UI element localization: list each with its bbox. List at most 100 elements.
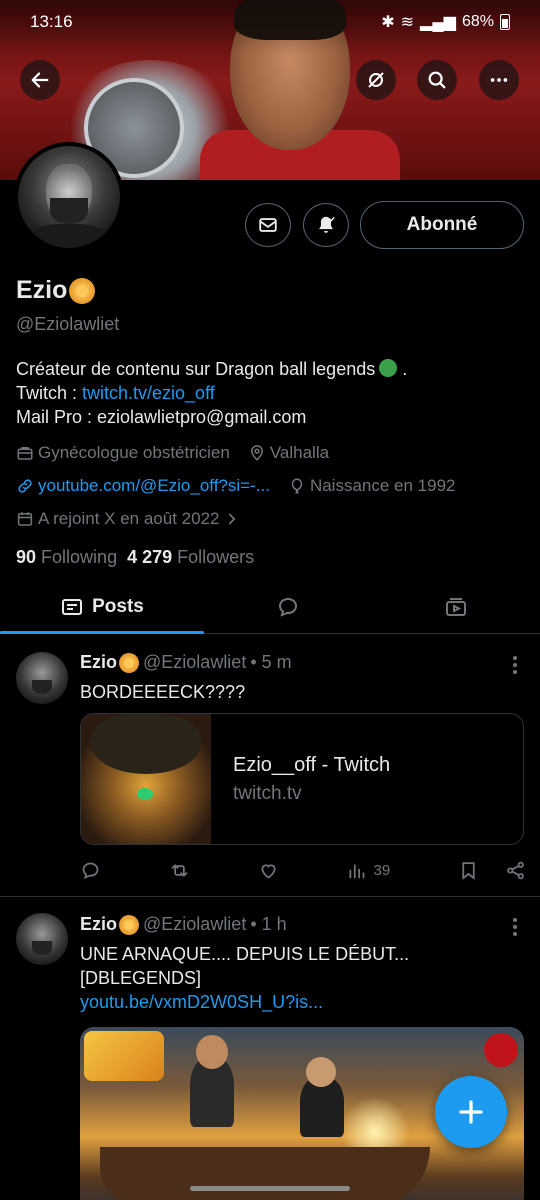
dragon-emoji-icon [379,359,398,377]
more-icon [490,78,508,82]
reply-button[interactable] [80,860,101,881]
search-icon [428,71,446,89]
birth-date: Naissance en 1992 [288,476,455,496]
link-icon [18,479,32,493]
following-label: Following [41,547,118,567]
balloon-icon [291,478,303,494]
following-stat[interactable]: 90 Following [16,547,117,568]
signal-icon: ▂▄▆ [420,14,456,31]
grok-icon [368,72,384,88]
post-text-line2: [DBLEGENDS] [80,968,202,988]
profile-meta-row-1: Gynécologue obstétricien Valhalla [16,443,347,463]
envelope-icon [259,218,277,232]
bookmark-icon [462,862,475,880]
grok-button[interactable] [356,60,396,100]
lion-emoji-icon [69,277,96,304]
link-card-domain: twitch.tv [233,782,302,804]
views-button[interactable]: 39 [346,860,390,881]
post-header: Ezio @Eziolawliet • 5 m [80,652,292,673]
chevron-right-icon [229,513,236,525]
tab-replies[interactable] [204,580,372,633]
more-options-button[interactable] [479,60,519,100]
profile-meta-row-3[interactable]: A rejoint X en août 2022 [16,509,259,529]
post-avatar[interactable] [16,652,68,704]
post-author-handle: @Eziolawliet [143,652,247,672]
tab-posts-label: Posts [92,595,144,617]
profile-handle: @Eziolawliet [16,314,120,334]
posts-icon [62,598,83,615]
briefcase-icon [17,447,33,460]
back-button[interactable] [20,60,60,100]
joined-date[interactable]: A rejoint X en août 2022 [16,509,241,529]
post-text: UNE ARNAQUE.... DEPUIS LE DÉBUT... [DBLE… [80,942,520,1014]
channel-badge-icon [484,1033,518,1067]
followers-label: Followers [177,547,255,567]
repost-button[interactable] [169,860,190,881]
post-link[interactable]: youtu.be/vxmD2W0SH_U?is... [80,990,520,1014]
notifications-button[interactable] [303,203,349,247]
dragon-ball-legends-logo [84,1031,164,1081]
location-text: Valhalla [269,443,330,462]
bookmark-button[interactable] [458,860,479,881]
post-author-name[interactable]: Ezio [80,914,117,935]
bluetooth-icon: ✱ [381,14,395,31]
post-item[interactable]: Ezio @Eziolawliet • 5 m BORDEEEECK???? E… [0,634,540,896]
followers-stat[interactable]: 4 279 Followers [127,547,254,568]
profession-text: Gynécologue obstétricien [38,443,230,462]
post-menu-button[interactable] [512,918,518,936]
like-button[interactable] [258,860,279,881]
bell-check-icon [319,216,335,233]
wifi-icon: ≋ [400,14,415,31]
profile-bio: Créateur de contenu sur Dragon ball lege… [16,357,526,429]
follow-stats: 90 Following 4 279 Followers [16,547,254,568]
calendar-icon [17,512,33,526]
link-card-image [81,714,211,844]
tab-posts[interactable]: Posts [0,580,204,634]
post-author-handle: @Eziolawliet [143,914,247,934]
post-menu-button[interactable] [512,656,518,674]
following-button[interactable]: Abonné [360,201,524,249]
share-button[interactable] [505,860,526,881]
location-pin-icon [250,445,263,461]
post-avatar[interactable] [16,913,68,965]
link-card-title: Ezio__off - Twitch [233,753,391,776]
views-count: 39 [373,862,391,879]
home-indicator[interactable] [190,1186,350,1191]
battery-level: 68% [461,13,494,30]
reply-icon [82,862,99,879]
post-actions: 39 [80,860,526,881]
bio-mail: Mail Pro : eziolawlietpro@gmail.com [16,407,307,427]
post-header: Ezio @Eziolawliet • 1 h [80,914,287,935]
status-bar: 13:16 ✱ ≋ ▂▄▆ 68% [0,0,540,44]
profile-avatar[interactable] [14,142,124,252]
bio-line1-end: . [402,359,408,379]
status-time: 13:16 [30,12,73,31]
profession: Gynécologue obstétricien [16,443,230,463]
post-text-line1: UNE ARNAQUE.... DEPUIS LE DÉBUT... [80,944,410,964]
tab-media[interactable] [372,580,540,633]
post-text: BORDEEEECK???? [80,682,246,702]
plus-icon [459,1100,483,1124]
boat-image [100,1147,430,1200]
battery-icon [500,14,510,30]
message-button[interactable] [245,203,291,247]
website-link[interactable]: youtube.com/@Ezio_off?si=-... [16,476,270,496]
reply-bubble-icon [278,597,298,617]
lion-emoji-icon [119,652,140,673]
location: Valhalla [248,443,329,463]
share-icon [507,861,524,880]
profile-meta-row-2: youtube.com/@Ezio_off?si=-... Naissance … [16,476,473,496]
followers-count: 4 279 [127,547,173,567]
post-time: • 1 h [250,914,287,934]
link-card[interactable]: Ezio__off - Twitch twitch.tv [80,713,524,845]
repost-icon [171,864,188,877]
website-text[interactable]: youtube.com/@Ezio_off?si=-... [38,476,270,496]
post-time: • 5 m [250,652,292,672]
search-button[interactable] [417,60,457,100]
profile-tabs: Posts [0,580,540,634]
bio-line1: Créateur de contenu sur Dragon ball lege… [16,359,376,379]
media-icon [446,597,466,616]
bio-twitch-link[interactable]: twitch.tv/ezio_off [82,383,215,403]
post-author-name[interactable]: Ezio [80,652,117,673]
compose-post-button[interactable] [435,1076,507,1148]
